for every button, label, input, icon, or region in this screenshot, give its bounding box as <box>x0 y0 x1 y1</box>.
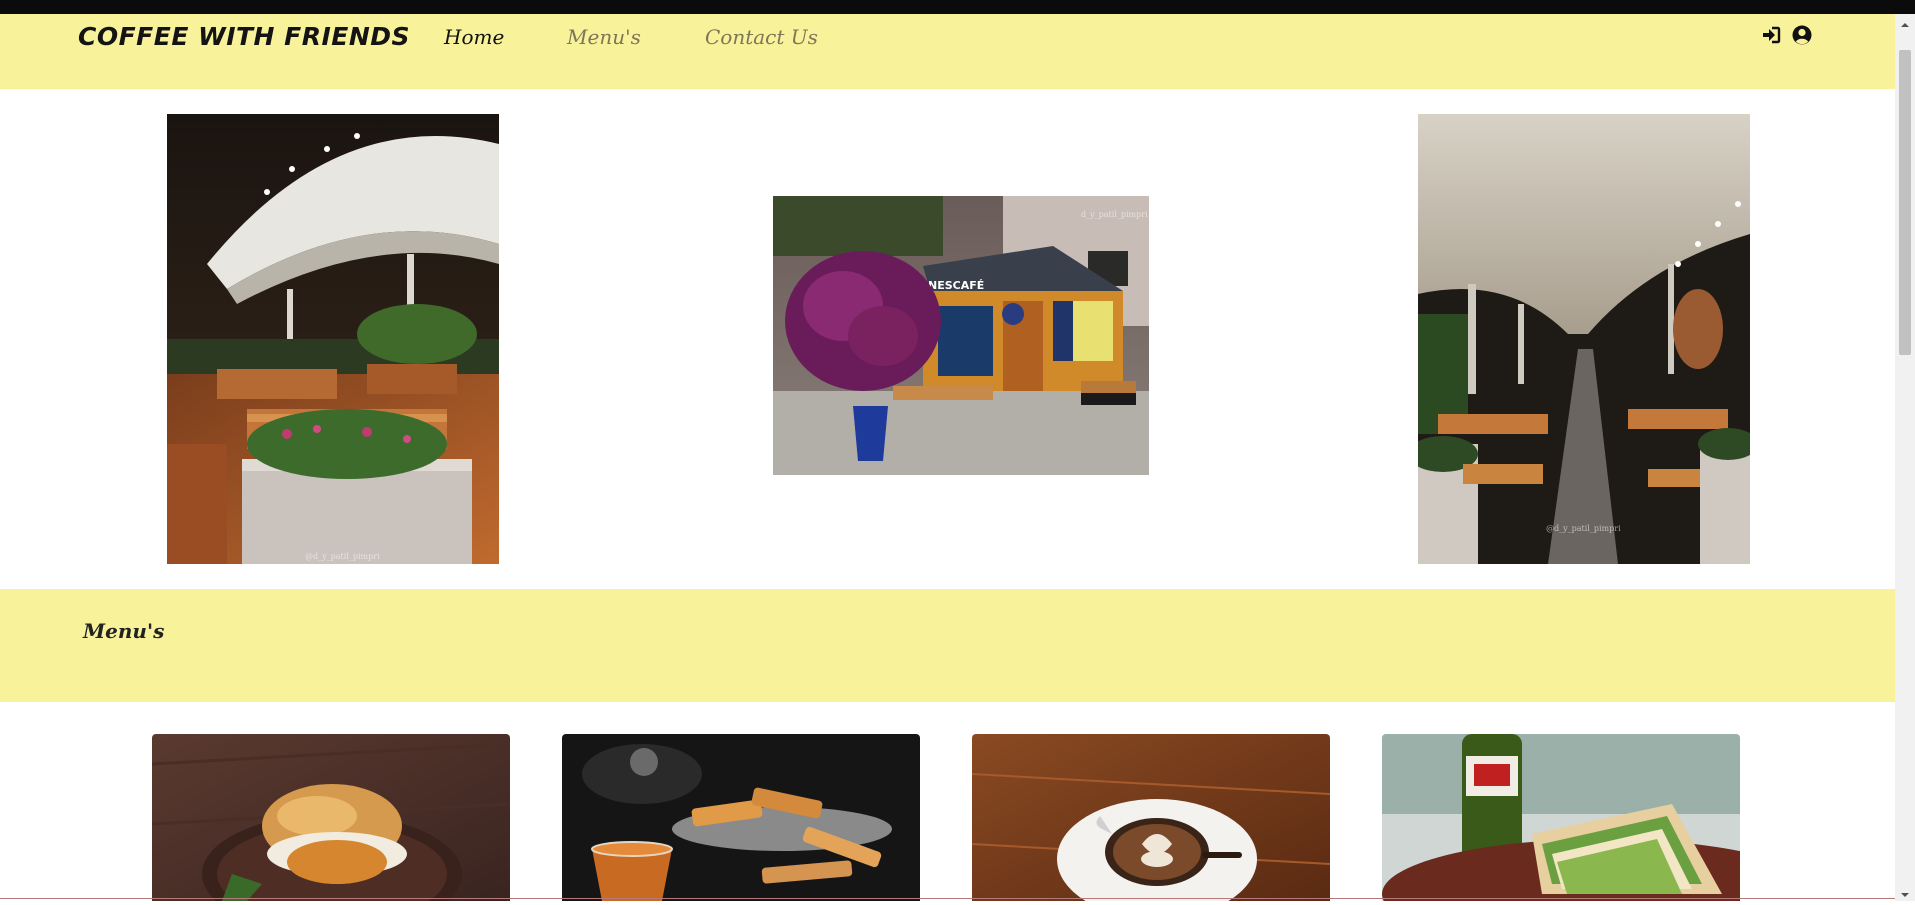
viewport-bottom-edge <box>0 898 1895 899</box>
photo-watermark: @d_y_patil_pimpri <box>1546 524 1621 533</box>
nav-link-menus[interactable]: Menu's <box>567 25 641 49</box>
scroll-down-arrow-icon[interactable] <box>1899 886 1911 898</box>
browser-top-strip <box>0 0 1915 14</box>
scrollbar-thumb[interactable] <box>1899 50 1911 355</box>
scroll-up-arrow-icon[interactable] <box>1899 16 1911 28</box>
menu-card-cappuccino[interactable] <box>972 734 1330 901</box>
svg-text:NESCAFÉ: NESCAFÉ <box>928 279 984 292</box>
photo-watermark: d_y_patil_pimpri <box>1081 210 1148 219</box>
sign-in-icon[interactable] <box>1760 24 1782 46</box>
gallery-photo-coffee-kiosk: NESCAFÉ d_y_patil_pimpri <box>773 196 1149 475</box>
menu-section-title: Menu's <box>83 619 165 643</box>
menu-section-header: Menu's <box>0 589 1895 702</box>
menu-card-sandwich[interactable] <box>1382 734 1740 901</box>
nav-link-home[interactable]: Home <box>444 25 504 49</box>
user-circle-icon[interactable] <box>1791 24 1813 46</box>
photo-watermark: @d_y_patil_pimpri <box>305 552 380 561</box>
gallery-photo-seating-planters: @d_y_patil_pimpri <box>167 114 499 564</box>
navbar: COFFEE WITH FRIENDS Home Menu's Contact … <box>0 14 1895 89</box>
brand-logo[interactable]: COFFEE WITH FRIENDS <box>78 22 410 51</box>
nav-link-contact-us[interactable]: Contact Us <box>705 25 818 49</box>
menu-card-tea-and-rusk[interactable] <box>562 734 920 901</box>
menu-card-vada-pav[interactable] <box>152 734 510 901</box>
gallery-photo-canopy-corridor: @d_y_patil_pimpri <box>1418 114 1750 564</box>
